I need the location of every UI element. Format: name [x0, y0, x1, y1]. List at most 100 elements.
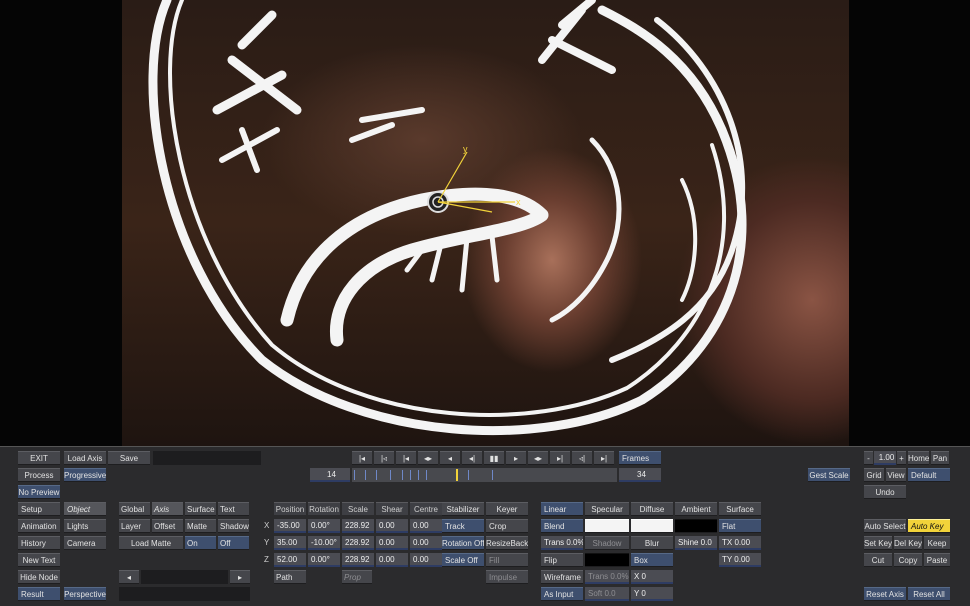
shine-field[interactable]: Shine 0.0 — [675, 536, 717, 550]
history-button[interactable]: History — [18, 536, 60, 550]
position-y-field[interactable]: 35.00 — [274, 536, 306, 550]
shadow-toggle[interactable]: Shadow — [585, 536, 629, 550]
rotation-x-field[interactable]: 0.00° — [308, 519, 340, 533]
shear-y-field[interactable]: 0.00 — [376, 536, 408, 550]
next-icon[interactable]: ▸| — [550, 451, 570, 465]
filename-field[interactable] — [153, 451, 261, 465]
track-button[interactable]: Track — [442, 519, 484, 533]
scale-z-field[interactable]: 228.92 — [342, 553, 374, 567]
new-text-button[interactable]: New Text — [18, 553, 60, 567]
diffuse-button[interactable]: Diffuse — [631, 502, 673, 516]
resize-back-button[interactable]: ResizeBack — [486, 536, 528, 550]
view-button[interactable]: View — [886, 468, 906, 482]
blend-button[interactable]: Blend — [541, 519, 583, 533]
off-button[interactable]: Off — [218, 536, 249, 550]
scale-x-field[interactable]: 228.92 — [342, 519, 374, 533]
node-list-field[interactable] — [141, 570, 228, 584]
grid-button[interactable]: Grid — [864, 468, 884, 482]
set-key-button[interactable]: Set Key — [864, 536, 892, 550]
next-key-icon[interactable]: ◃| — [572, 451, 592, 465]
wireframe-trans-field[interactable]: Trans 0.0% — [585, 570, 629, 584]
step-back-key-icon[interactable]: |◂ — [396, 451, 416, 465]
auto-select-button[interactable]: Auto Select — [864, 519, 906, 533]
zoom-in-button[interactable]: + — [897, 451, 906, 465]
scale-y-field[interactable]: 228.92 — [342, 536, 374, 550]
undo-button[interactable]: Undo — [864, 485, 906, 499]
tab-rotation[interactable]: Rotation — [308, 502, 340, 515]
reset-axis-button[interactable]: Reset Axis — [864, 587, 906, 601]
specular-color-swatch[interactable] — [585, 519, 629, 533]
centre-x-field[interactable]: 0.00 — [410, 519, 442, 533]
rotation-off-button[interactable]: Rotation Off — [442, 536, 484, 550]
path-button[interactable]: Path — [274, 570, 306, 584]
flip-button[interactable]: Flip — [541, 553, 583, 567]
paste-button[interactable]: Paste — [924, 553, 950, 567]
save-button[interactable]: Save — [108, 451, 150, 465]
prop-button[interactable]: Prop — [342, 570, 372, 584]
del-key-button[interactable]: Del Key — [894, 536, 922, 550]
set-key-icon[interactable]: ◂▸ — [418, 451, 438, 465]
scroll-right-icon[interactable]: ▸ — [230, 570, 250, 584]
object-button[interactable]: Object — [64, 502, 106, 516]
play-back-icon[interactable]: ◂| — [462, 451, 482, 465]
pan-button[interactable]: Pan — [931, 451, 949, 465]
copy-button[interactable]: Copy — [894, 553, 922, 567]
current-frame-field[interactable]: 14 — [310, 468, 350, 482]
cut-button[interactable]: Cut — [864, 553, 892, 567]
loop-icon[interactable]: ◂▸ — [528, 451, 548, 465]
scroll-left-icon[interactable]: ◂ — [119, 570, 139, 584]
soft-field[interactable]: Soft 0.0 — [585, 587, 629, 601]
wireframe-button[interactable]: Wireframe — [541, 570, 583, 584]
keyer-button[interactable]: Keyer — [486, 502, 528, 516]
stabilizer-button[interactable]: Stabilizer — [442, 502, 484, 516]
process-button[interactable]: Process — [18, 468, 60, 482]
animation-button[interactable]: Animation — [18, 519, 60, 533]
end-frame-field[interactable]: 34 — [619, 468, 661, 482]
viewport[interactable]: y x — [0, 0, 970, 446]
playhead-marker[interactable] — [456, 469, 458, 481]
frames-button[interactable]: Frames — [619, 451, 661, 465]
play-icon[interactable]: ▸ — [506, 451, 526, 465]
flat-button[interactable]: Flat — [719, 519, 761, 533]
timeline-scrubber[interactable] — [352, 468, 617, 482]
ty-field[interactable]: TY 0.00 — [719, 553, 761, 567]
fill-button[interactable]: Fill — [486, 553, 528, 567]
goto-start-icon[interactable]: |◂ — [352, 451, 372, 465]
tx-field[interactable]: TX 0.00 — [719, 536, 761, 550]
default-button[interactable]: Default — [908, 468, 950, 482]
crop-button[interactable]: Crop — [486, 519, 528, 533]
load-matte-button[interactable]: Load Matte — [119, 536, 183, 550]
scale-off-button[interactable]: Scale Off — [442, 553, 484, 567]
position-z-field[interactable]: 52.00 — [274, 553, 306, 567]
box-y-field[interactable]: Y 0 — [631, 587, 673, 601]
as-input-button[interactable]: As Input — [541, 587, 583, 601]
impulse-button[interactable]: Impulse — [486, 570, 528, 584]
on-button[interactable]: On — [185, 536, 216, 550]
auto-key-button[interactable]: Auto Key — [908, 519, 950, 533]
axis-gizmo[interactable]: y x — [427, 144, 521, 213]
tab-position[interactable]: Position — [274, 502, 306, 515]
text-button[interactable]: Text — [218, 502, 249, 516]
prev-key-icon[interactable]: |◃ — [374, 451, 394, 465]
position-x-field[interactable]: -35.00 — [274, 519, 306, 533]
setup-button[interactable]: Setup — [18, 502, 60, 516]
node-name-field[interactable] — [119, 587, 250, 601]
shear-x-field[interactable]: 0.00 — [376, 519, 408, 533]
layer-button[interactable]: Layer — [119, 519, 150, 533]
perspective-button[interactable]: Perspective — [64, 587, 106, 601]
camera-button[interactable]: Camera — [64, 536, 106, 550]
goto-end-icon[interactable]: ▸| — [594, 451, 614, 465]
result-button[interactable]: Result — [18, 587, 60, 601]
centre-z-field[interactable]: 0.00 — [410, 553, 442, 567]
rotation-y-field[interactable]: -10.00° — [308, 536, 340, 550]
ambient-color-swatch[interactable] — [675, 519, 717, 533]
tab-shear[interactable]: Shear — [376, 502, 408, 515]
global-button[interactable]: Global — [119, 502, 150, 516]
rotation-z-field[interactable]: 0.00° — [308, 553, 340, 567]
axis-button[interactable]: Axis — [152, 502, 183, 516]
diffuse-color-swatch[interactable] — [631, 519, 673, 533]
progressive-button[interactable]: Progressive — [64, 468, 106, 482]
zoom-field[interactable]: 1.00 — [874, 451, 896, 465]
matte-button[interactable]: Matte — [185, 519, 216, 533]
gest-scale-button[interactable]: Gest Scale — [808, 468, 850, 482]
